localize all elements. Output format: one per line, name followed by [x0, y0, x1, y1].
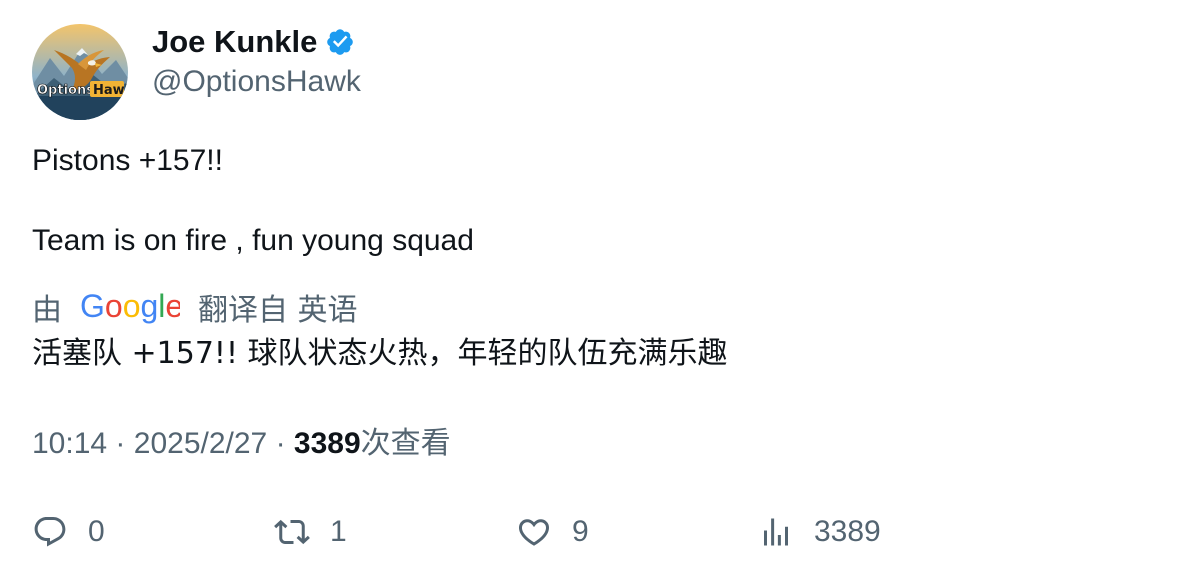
- reply-icon: [34, 517, 66, 547]
- retweet-count: 1: [330, 515, 347, 548]
- meta-separator: ·: [275, 427, 286, 460]
- display-name-text: Joe Kunkle: [152, 24, 318, 59]
- reply-count: 0: [88, 515, 105, 548]
- avatar[interactable]: Options Hawk: [32, 24, 128, 120]
- retweet-button[interactable]: 1: [274, 510, 347, 554]
- tweet-meta: 10:14 · 2025/2/27 · 3389次查看: [32, 424, 451, 464]
- like-button[interactable]: 9: [516, 510, 589, 554]
- svg-text:Google: Google: [80, 289, 180, 324]
- tweet-text-line: Team is on fire , fun young squad: [32, 224, 474, 257]
- views-button[interactable]: 3389: [758, 510, 881, 554]
- author-display-name[interactable]: Joe Kunkle: [152, 22, 355, 62]
- views-label: 次查看: [360, 426, 451, 461]
- like-count: 9: [572, 515, 589, 548]
- tweet-text-line: Pistons +157!!: [32, 144, 223, 177]
- views-count: 3389: [293, 427, 361, 460]
- heart-icon: [518, 519, 550, 546]
- translation-prefix: 由: [32, 293, 62, 328]
- tweet-date[interactable]: 2025/2/27: [134, 427, 267, 460]
- retweet-icon: [274, 519, 310, 545]
- hawk-logo-icon: Options Hawk: [32, 24, 128, 120]
- google-logo-icon: Google: [80, 289, 180, 324]
- views-icon: [764, 518, 788, 546]
- views-action-count: 3389: [814, 515, 881, 548]
- reply-button[interactable]: 0: [32, 510, 105, 554]
- author-handle[interactable]: @OptionsHawk: [152, 62, 361, 102]
- svg-text:Hawk: Hawk: [93, 83, 128, 98]
- translation-attribution[interactable]: 由 Google 翻译自 英语: [32, 287, 358, 328]
- svg-text:Options: Options: [37, 83, 94, 98]
- meta-separator: ·: [115, 427, 126, 460]
- translation-suffix: 翻译自 英语: [198, 293, 358, 328]
- tweet: Options Hawk Joe Kunkle @OptionsHawk Pis…: [0, 0, 1196, 578]
- verified-badge-icon: [327, 29, 354, 55]
- translated-text: 活塞队 +157!! 球队状态火热，年轻的队伍充满乐趣: [32, 336, 728, 371]
- tweet-time[interactable]: 10:14: [32, 427, 107, 460]
